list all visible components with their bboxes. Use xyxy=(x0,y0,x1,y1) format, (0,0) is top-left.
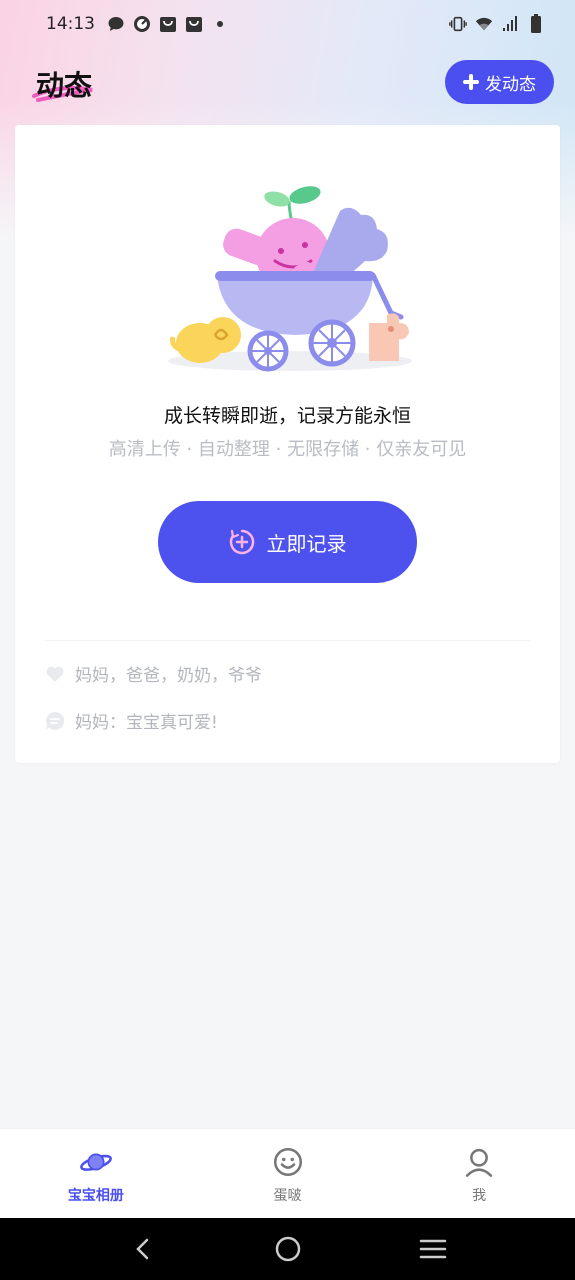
likes-row: 妈妈，爸爸，奶奶，爷爷 xyxy=(45,661,262,686)
divider xyxy=(45,640,530,641)
comment-icon xyxy=(46,711,65,730)
status-right xyxy=(449,14,545,33)
tab-baby-album[interactable]: 宝宝相册 xyxy=(0,1129,192,1218)
heart-icon xyxy=(46,666,64,682)
smiley-icon xyxy=(273,1147,302,1177)
battery-icon xyxy=(527,14,545,33)
menu-icon xyxy=(419,1239,446,1259)
dot-icon xyxy=(211,15,229,33)
baby-stroller-illustration xyxy=(168,186,412,372)
system-navigation-bar xyxy=(0,1218,575,1280)
vibrate-icon xyxy=(449,15,467,33)
tab-danbo[interactable]: 蛋啵 xyxy=(192,1129,384,1218)
bag-icon xyxy=(159,15,177,33)
comment-row: 妈妈：宝宝真可爱! xyxy=(45,708,218,733)
comment-text: 妈妈：宝宝真可爱! xyxy=(75,713,218,733)
record-now-button[interactable]: 立即记录 xyxy=(158,501,417,583)
gauge-icon xyxy=(133,15,151,33)
wifi-icon xyxy=(475,15,493,33)
person-icon xyxy=(465,1148,493,1177)
empty-state-subline: 高清上传 · 自动整理 · 无限存储 · 仅亲友可见 xyxy=(108,439,467,460)
empty-state-headline: 成长转瞬即逝，记录方能永恒 xyxy=(163,405,411,427)
tab-label: 宝宝相册 xyxy=(67,1188,124,1204)
status-bar: 14:13 xyxy=(0,0,575,48)
tab-me[interactable]: 我 xyxy=(383,1129,575,1218)
post-update-label: 发动态 xyxy=(485,74,536,94)
back-button[interactable] xyxy=(123,1229,163,1269)
plus-icon xyxy=(463,74,479,90)
status-left: 14:13 xyxy=(46,14,229,34)
post-update-button[interactable]: 发动态 xyxy=(445,60,554,104)
menu-button[interactable] xyxy=(413,1229,453,1269)
bottom-tab-bar: 宝宝相册 蛋啵 我 xyxy=(0,1128,575,1218)
page-title: 动态 xyxy=(36,69,93,102)
signal-icon xyxy=(501,15,519,33)
home-button[interactable] xyxy=(268,1229,308,1269)
chat-bubble-icon xyxy=(107,15,125,33)
planet-icon xyxy=(79,1153,112,1171)
home-icon xyxy=(275,1236,300,1262)
record-now-label: 立即记录 xyxy=(266,533,347,556)
add-record-icon xyxy=(229,529,254,555)
back-icon xyxy=(135,1238,148,1260)
status-time: 14:13 xyxy=(46,14,95,34)
page-header: 动态 发动态 xyxy=(0,56,575,108)
tab-label: 我 xyxy=(472,1188,487,1204)
empty-feed-card: 成长转瞬即逝，记录方能永恒 高清上传 · 自动整理 · 无限存储 · 仅亲友可见… xyxy=(15,125,560,763)
bag-icon xyxy=(185,15,203,33)
tab-label: 蛋啵 xyxy=(273,1188,302,1204)
likes-text: 妈妈，爸爸，奶奶，爷爷 xyxy=(75,666,262,686)
